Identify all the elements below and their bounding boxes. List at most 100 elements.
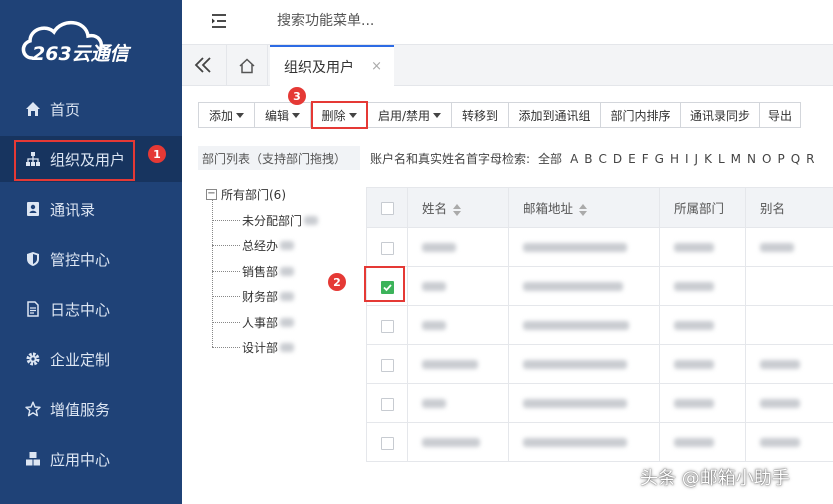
alpha-letter[interactable]: N [747,152,756,166]
alpha-letter[interactable]: M [731,152,741,166]
alpha-letter[interactable]: R [806,152,814,166]
contacts-sync-button[interactable]: 通讯录同步 [680,102,760,128]
sidebar-item-app-center[interactable]: 应用中心 [0,436,182,482]
column-header-email[interactable]: 邮箱地址 [508,187,660,228]
email-cell [508,305,660,345]
alpha-letter[interactable]: L [718,152,725,166]
alpha-letter[interactable]: Q [791,152,800,166]
tree-root-all-depts[interactable]: − 所有部门(6) [206,186,286,203]
add-to-group-button[interactable]: 添加到通讯组 [508,102,601,128]
redacted-count [280,267,295,276]
alpha-letter[interactable]: E [628,152,636,166]
sidebar-item-home[interactable]: 首页 [0,86,182,132]
edit-button[interactable]: 编辑 [254,102,311,128]
menu-toggle-icon[interactable] [210,12,228,30]
tree-connector [212,322,240,323]
alpha-letter[interactable]: O [762,152,771,166]
column-header-name[interactable]: 姓名 [407,187,509,228]
alpha-letter[interactable]: A [570,152,578,166]
alpha-filter-all[interactable]: 全部 [538,150,562,167]
dept-cell [659,305,746,345]
alpha-letter[interactable]: J [695,152,699,166]
redacted-text [422,398,446,408]
export-button[interactable]: 导出 [759,102,801,128]
sort-icon[interactable] [453,203,462,216]
tree-item-dept[interactable]: 未分配部门 [212,212,319,229]
sidebar-item-log-center[interactable]: 日志中心 [0,286,182,332]
select-all-checkbox[interactable] [380,202,394,215]
redacted-text [523,437,627,447]
column-label: 姓名 [422,201,448,216]
transfer-button[interactable]: 转移到 [451,102,509,128]
row-checkbox[interactable] [380,358,394,372]
tabs-bar: 组织及用户 × [182,44,833,87]
tree-item-dept[interactable]: 财务部 [212,288,295,305]
home-icon [239,57,255,73]
row-checkbox[interactable] [380,397,394,411]
table-row[interactable] [366,266,833,306]
redacted-count [280,241,295,250]
sidebar-item-control-center[interactable]: 管控中心 [0,236,182,282]
home-icon [24,100,42,118]
tree-connector [212,296,240,297]
table-row[interactable] [366,344,833,384]
table-row[interactable] [366,305,833,345]
tree-item-dept[interactable]: 销售部 [212,263,295,280]
redacted-text [674,359,714,369]
name-cell [407,227,509,267]
alpha-filter-label: 账户名和真实姓名首字母检索: [370,152,531,166]
dept-list-header: 部门列表（支持部门拖拽） [198,146,360,170]
tree-item-dept[interactable]: 人事部 [212,314,295,331]
menu-search-input[interactable] [277,10,477,32]
alpha-letter[interactable]: K [704,152,712,166]
sidebar-item-contacts[interactable]: 通讯录 [0,186,182,232]
alpha-letter[interactable]: H [670,152,679,166]
alias-cell [745,305,833,345]
alpha-letter[interactable]: I [685,152,689,166]
sort-icon[interactable] [579,203,588,216]
table-row[interactable] [366,227,833,267]
alpha-letter[interactable]: C [599,152,607,166]
sidebar-item-value-added[interactable]: 增值服务 [0,386,182,432]
sidebar-item-customization[interactable]: 企业定制 [0,336,182,382]
tree-connector [212,347,240,348]
button-label: 转移到 [461,108,498,123]
redacted-text [760,437,800,447]
redacted-text [674,437,714,447]
alpha-letter[interactable]: D [613,152,622,166]
add-button[interactable]: 添加 [198,102,255,128]
row-checkbox[interactable] [380,241,394,255]
annotation-box-checkbox [364,266,405,302]
name-cell [407,344,509,384]
row-select-cell [366,305,408,345]
tree-item-dept[interactable]: 总经办 [212,237,295,254]
row-checkbox[interactable] [380,319,394,333]
annotation-badge-1: 1 [148,145,166,163]
table-row[interactable] [366,383,833,423]
table-row[interactable] [366,422,833,462]
annotation-box-org-users [14,140,135,181]
close-icon[interactable]: × [371,59,382,74]
alpha-letter[interactable]: B [584,152,592,166]
tab-home[interactable] [226,45,268,86]
table-header-row: 姓名 邮箱地址 所属部门 别名 [366,187,833,228]
column-label: 别名 [760,201,786,216]
row-checkbox[interactable] [380,436,394,450]
select-all-cell [366,187,408,228]
double-chevron-left-icon[interactable] [192,55,214,75]
email-cell [508,344,660,384]
alpha-filter: 账户名和真实姓名首字母检索: 全部 A B C D E F G H I J K … [370,150,821,167]
alpha-letter[interactable]: F [642,152,649,166]
alpha-letter[interactable]: P [777,152,784,166]
enable-disable-button[interactable]: 启用/禁用 [367,102,452,128]
redacted-text [760,242,794,252]
contact-book-icon [24,200,42,218]
redacted-count [280,292,295,301]
sort-in-dept-button[interactable]: 部门内排序 [600,102,681,128]
redacted-text [523,281,623,291]
tab-org-users[interactable]: 组织及用户 × [270,45,394,87]
redacted-text [422,359,478,369]
alpha-letter[interactable]: G [655,152,664,166]
user-table: 姓名 邮箱地址 所属部门 别名 [366,187,833,462]
tree-item-dept[interactable]: 设计部 [212,339,295,356]
